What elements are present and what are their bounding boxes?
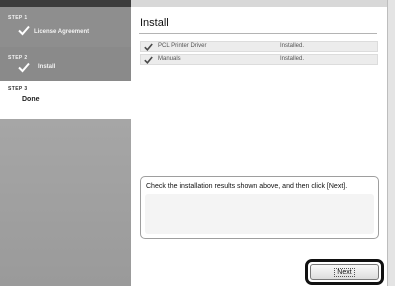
- checkmark-icon: [144, 56, 153, 64]
- install-results-list: PCL Printer Driver Installed. Manuals In…: [140, 41, 378, 67]
- instruction-message: Check the installation results shown abo…: [146, 183, 348, 190]
- step-title: Done: [22, 96, 40, 103]
- item-status: Installed.: [280, 56, 305, 62]
- page-title: Install: [140, 17, 169, 29]
- checkmark-icon: [18, 62, 30, 73]
- top-strip-cap: [0, 0, 131, 7]
- step-number-label: STEP 1: [8, 15, 28, 21]
- list-item: Manuals Installed.: [140, 54, 378, 65]
- instruction-message-box: Check the installation results shown abo…: [140, 176, 379, 239]
- installer-window: STEP 1 License Agreement STEP 2 Install …: [0, 0, 395, 286]
- item-name: Manuals: [158, 56, 181, 62]
- step-number-label: STEP 3: [8, 86, 28, 92]
- sidebar-background: [0, 119, 131, 286]
- sidebar-step-done: STEP 3 Done: [0, 81, 131, 119]
- message-box-shade: [145, 194, 374, 234]
- checkmark-icon: [18, 25, 30, 36]
- list-item: PCL Printer Driver Installed.: [140, 41, 378, 52]
- top-strip: [0, 0, 395, 7]
- title-divider: [139, 33, 377, 34]
- checkmark-icon: [144, 43, 153, 51]
- sidebar-step-license-agreement: STEP 1 License Agreement: [0, 7, 131, 47]
- sidebar-step-install: STEP 2 Install: [0, 47, 131, 81]
- next-button-label: Next: [334, 267, 355, 277]
- item-name: PCL Printer Driver: [158, 43, 207, 49]
- step-title: Install: [38, 64, 56, 70]
- window-right-edge: [387, 0, 395, 286]
- next-button[interactable]: Next: [310, 264, 379, 280]
- item-status: Installed.: [280, 43, 305, 49]
- step-title: License Agreement: [34, 29, 90, 35]
